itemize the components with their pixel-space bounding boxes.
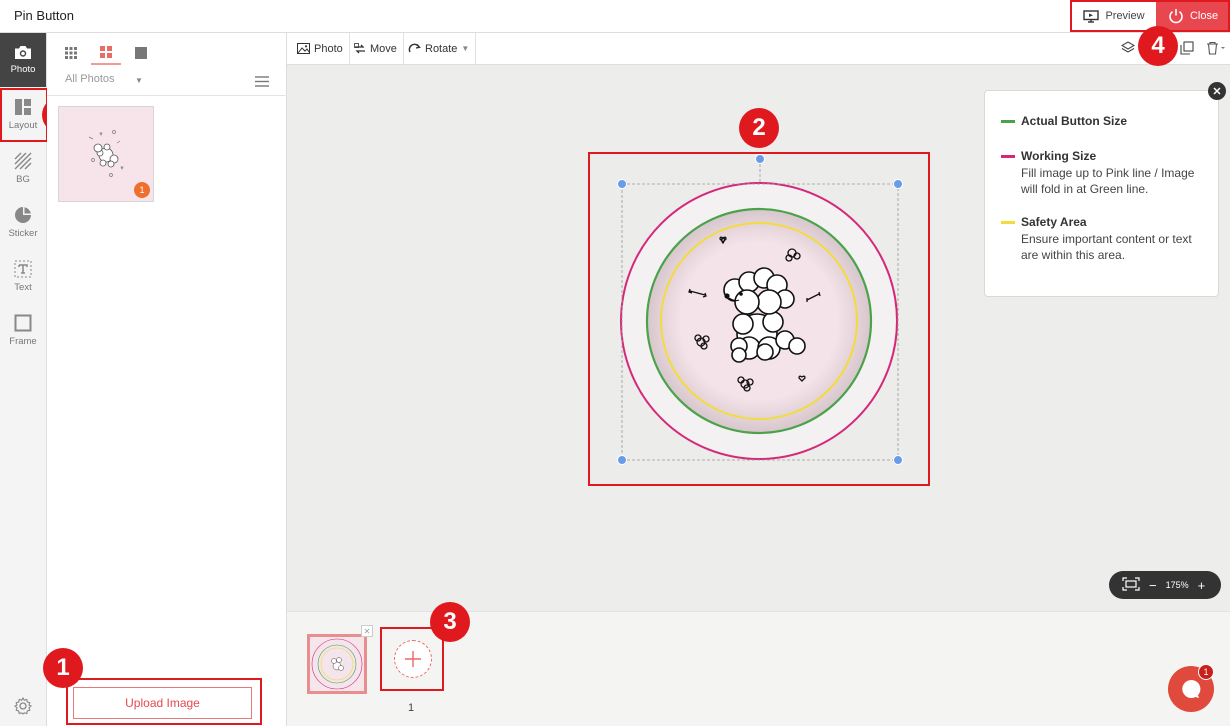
single-view-icon xyxy=(135,47,147,59)
rotate-caret-icon[interactable]: ▼ xyxy=(461,44,469,53)
move-tool-button[interactable]: Move xyxy=(348,33,404,64)
duplicate-icon xyxy=(1180,41,1194,55)
legend-title: Working Size xyxy=(1021,149,1097,163)
legend-item-safety-area: Safety Area Ensure important content or … xyxy=(1001,215,1201,263)
button-workspace[interactable] xyxy=(589,152,929,485)
view-tab-large-grid[interactable] xyxy=(91,41,121,65)
legend-title: Safety Area xyxy=(1021,215,1087,229)
divider xyxy=(47,95,287,96)
edit-toolbar: Photo Move Rotate ▼ xyxy=(287,33,1230,65)
duplicate-button[interactable] xyxy=(1180,41,1194,60)
frame-icon xyxy=(14,314,32,331)
power-icon xyxy=(1169,9,1183,24)
menu-button[interactable] xyxy=(255,74,269,92)
layers-button[interactable] xyxy=(1120,41,1136,60)
rail-label-text: Text xyxy=(14,281,32,293)
legend-item-actual-size: Actual Button Size xyxy=(1001,114,1127,128)
zoom-out-button[interactable]: − xyxy=(1149,578,1157,593)
preview-label: Preview xyxy=(1105,10,1145,22)
background-pattern-icon xyxy=(14,152,32,169)
legend-item-working-size: Working Size Fill image up to Pink line … xyxy=(1001,149,1206,197)
close-icon xyxy=(1213,87,1221,95)
sticker-icon xyxy=(15,206,31,223)
add-page-button[interactable] xyxy=(394,640,432,678)
size-legend: Actual Button Size Working Size Fill ima… xyxy=(984,90,1219,297)
pink-line-swatch xyxy=(1001,155,1015,158)
rotate-icon xyxy=(408,43,421,52)
upload-image-button[interactable]: Upload Image xyxy=(73,687,252,719)
usage-count-badge: 1 xyxy=(134,182,150,198)
rail-item-photo[interactable]: Photo xyxy=(0,33,46,87)
app-title: Pin Button xyxy=(14,8,74,23)
rail-item-frame[interactable]: Frame xyxy=(0,303,46,357)
layout-icon xyxy=(15,98,31,115)
close-label: Close xyxy=(1189,10,1219,22)
chevron-down-icon[interactable]: ▼ xyxy=(135,76,143,85)
rail-label-layout: Layout xyxy=(8,119,38,131)
move-tool-label: Move xyxy=(370,42,397,55)
page-thumbnail[interactable] xyxy=(307,634,367,694)
camera-icon xyxy=(15,46,31,59)
zoom-control: − 175% + xyxy=(1109,571,1221,599)
settings-button[interactable] xyxy=(13,696,33,720)
step-marker-4: 4 xyxy=(1138,26,1178,66)
zoom-level: 175% xyxy=(1165,580,1189,590)
layers-icon xyxy=(1120,41,1136,53)
grid-small-icon xyxy=(65,47,77,59)
chat-notification-badge: 1 xyxy=(1198,664,1214,680)
step-marker-2: 2 xyxy=(739,108,779,148)
yellow-line-swatch xyxy=(1001,221,1015,224)
image-icon xyxy=(297,43,310,54)
chat-bubble-icon xyxy=(1182,679,1201,698)
page-number: 1 xyxy=(408,702,415,714)
plus-icon xyxy=(405,651,421,667)
legend-title: Actual Button Size xyxy=(1021,114,1128,128)
legend-description: Ensure important content or text are wit… xyxy=(1021,232,1192,262)
title-bar xyxy=(0,0,1230,33)
grid-large-icon xyxy=(100,46,112,58)
rail-label-bg: BG xyxy=(16,173,30,185)
trash-icon xyxy=(1207,41,1225,55)
close-legend-button[interactable] xyxy=(1208,82,1226,100)
gear-icon xyxy=(13,696,33,715)
preview-button[interactable]: Preview xyxy=(1072,0,1156,32)
album-select[interactable]: All Photos xyxy=(65,73,115,85)
remove-page-button[interactable]: ✕ xyxy=(361,625,373,637)
tool-rail: Photo Layout BG Sticker Text Frame xyxy=(0,33,47,726)
move-icon xyxy=(354,42,365,53)
step-marker-1: 1 xyxy=(43,648,83,688)
rotate-tool-button[interactable]: Rotate ▼ xyxy=(402,33,477,64)
text-icon xyxy=(14,260,32,277)
page-preview-image xyxy=(311,638,363,690)
fit-screen-button[interactable] xyxy=(1122,577,1140,593)
hamburger-icon xyxy=(255,76,269,87)
rail-label-sticker: Sticker xyxy=(8,227,38,239)
photo-tool-label: Photo xyxy=(314,42,343,55)
green-line-swatch xyxy=(1001,120,1015,123)
monitor-icon xyxy=(1083,9,1100,23)
photo-tool-button[interactable]: Photo xyxy=(291,33,350,64)
delete-button[interactable] xyxy=(1206,41,1226,60)
view-tab-small-grid[interactable] xyxy=(56,41,86,65)
fit-screen-icon xyxy=(1122,577,1140,591)
photo-panel: All Photos ▼ 1 Upload Image xyxy=(47,33,287,726)
rail-label-frame: Frame xyxy=(9,335,37,347)
legend-description: Fill image up to Pink line / Image will … xyxy=(1021,166,1195,196)
rail-item-bg[interactable]: BG xyxy=(0,141,46,195)
rail-label-photo: Photo xyxy=(10,64,36,75)
rail-item-layout[interactable]: Layout xyxy=(0,87,46,141)
rail-item-sticker[interactable]: Sticker xyxy=(0,195,46,249)
rotate-tool-label: Rotate xyxy=(425,42,458,55)
rail-item-text[interactable]: Text xyxy=(0,249,46,303)
step-marker-3: 3 xyxy=(430,602,470,642)
view-tab-single[interactable] xyxy=(126,41,156,65)
zoom-in-button[interactable]: + xyxy=(1198,578,1206,593)
